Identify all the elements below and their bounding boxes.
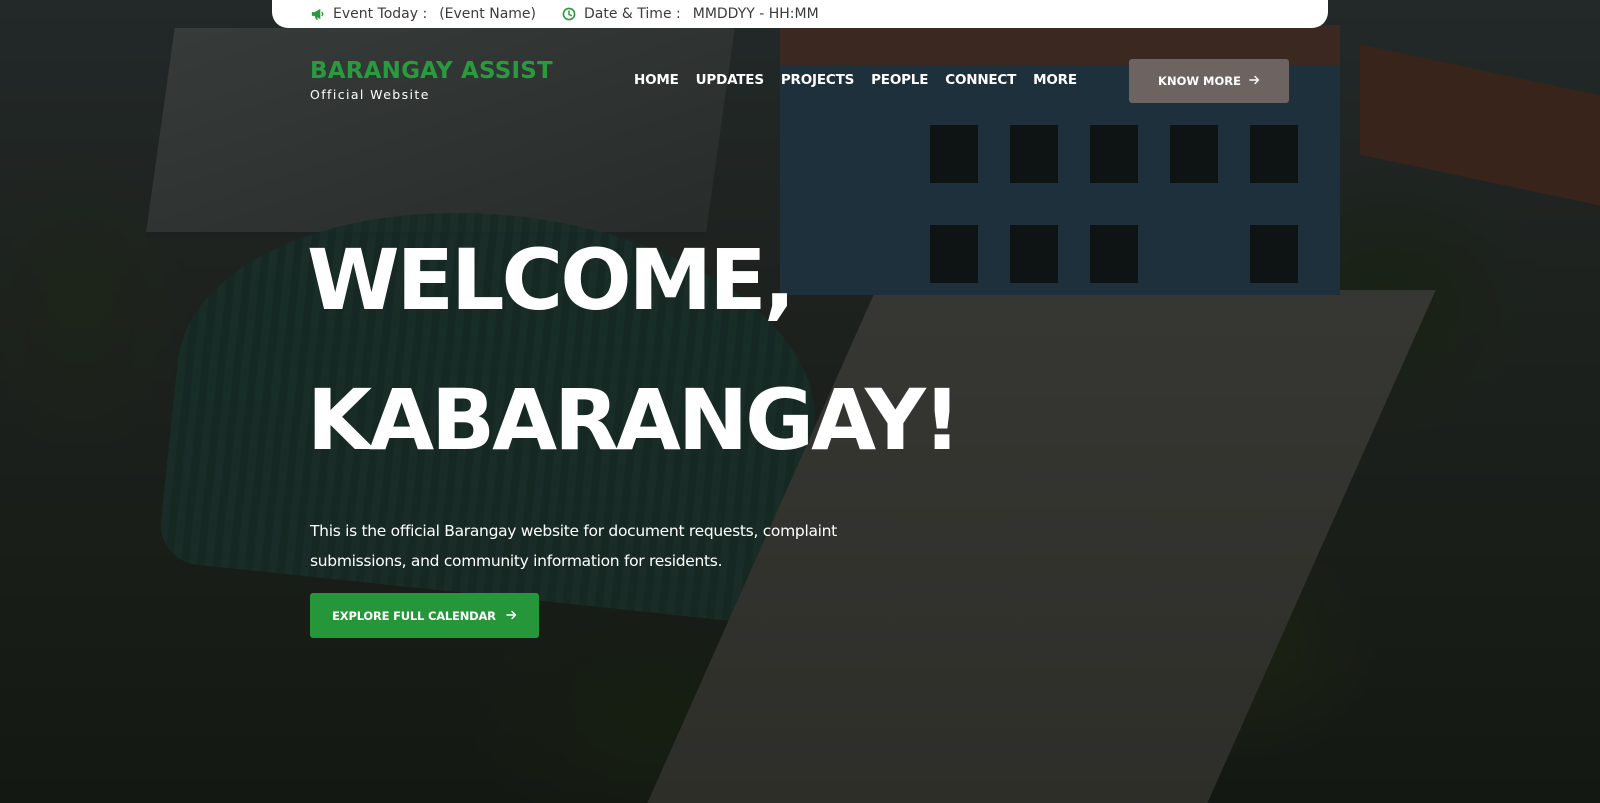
nav-updates[interactable]: UPDATES	[696, 72, 764, 88]
hero-headline-line-2: KABARANGAY!	[307, 371, 961, 469]
clock-icon	[562, 7, 576, 21]
datetime-label: Date & Time :	[584, 6, 681, 22]
brand-subtitle: Official Website	[310, 87, 430, 102]
megaphone-icon	[310, 7, 325, 21]
event-label: Event Today :	[333, 6, 428, 22]
nav-connect[interactable]: CONNECT	[945, 72, 1016, 88]
nav-projects[interactable]: PROJECTS	[781, 72, 854, 88]
nav-home[interactable]: HOME	[634, 72, 679, 88]
datetime-value: MMDDYY - HH:MM	[692, 6, 819, 22]
know-more-button[interactable]: KNOW MORE	[1129, 59, 1289, 103]
event-today: Event Today : (Event Name)	[310, 6, 536, 22]
explore-calendar-label: EXPLORE FULL CALENDAR	[332, 608, 496, 623]
arrow-right-icon	[506, 609, 517, 623]
nav-people[interactable]: PEOPLE	[871, 72, 928, 88]
hero-description: This is the official Barangay website fo…	[310, 521, 837, 570]
arrow-right-icon	[1249, 74, 1260, 88]
date-time: Date & Time : MMDDYY - HH:MM	[562, 6, 819, 22]
event-bar: Event Today : (Event Name) Date & Time :…	[272, 0, 1328, 28]
hero-headline-line-1: WELCOME,	[307, 231, 795, 329]
know-more-label: KNOW MORE	[1158, 74, 1241, 88]
site-brand[interactable]: BARANGAY ASSIST Official Website	[310, 58, 553, 102]
hero-section: Event Today : (Event Name) Date & Time :…	[0, 0, 1600, 803]
nav-more[interactable]: MORE	[1033, 72, 1077, 88]
explore-calendar-button[interactable]: EXPLORE FULL CALENDAR	[310, 593, 539, 638]
main-nav: HOME UPDATES PROJECTS PEOPLE CONNECT MOR…	[634, 72, 1077, 88]
brand-title: BARANGAY ASSIST	[310, 58, 553, 84]
event-value: (Event Name)	[439, 6, 537, 22]
